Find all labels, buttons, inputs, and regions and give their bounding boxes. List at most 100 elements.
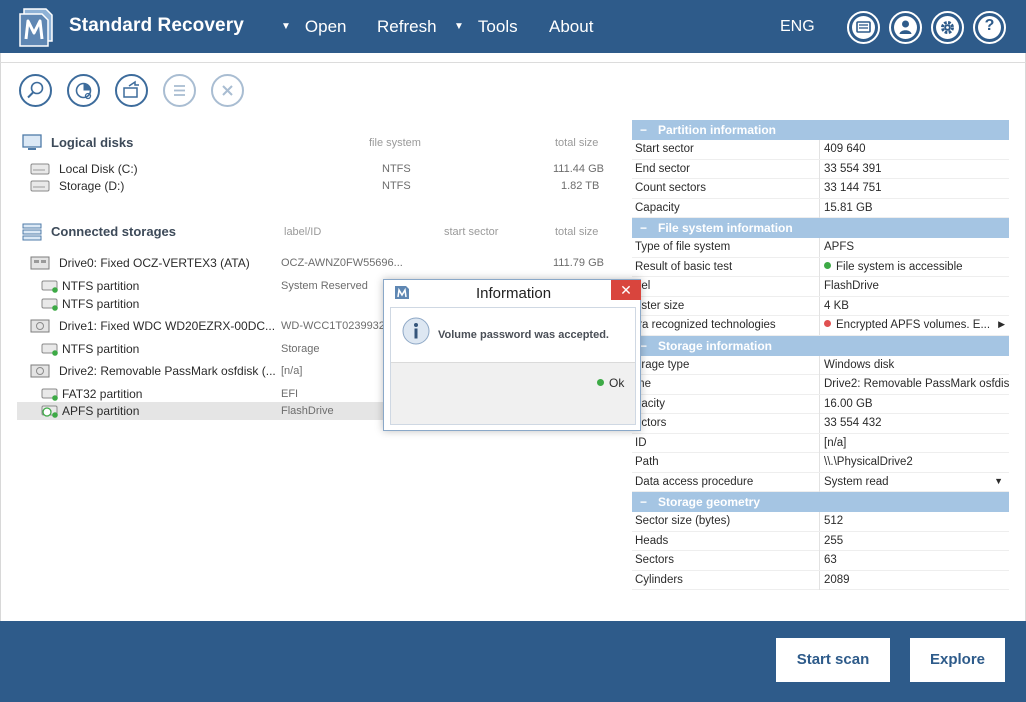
property-key: bel: [635, 280, 651, 292]
dialog-title-bar[interactable]: Information ✕: [384, 280, 641, 305]
property-value: FlashDrive: [819, 277, 1009, 296]
help-button[interactable]: ?: [973, 11, 1006, 44]
property-value: 512: [819, 512, 1009, 531]
dropdown-arrow-icon: ▼: [281, 21, 291, 32]
partition-label: FlashDrive: [281, 405, 334, 417]
status-text: Encrypted APFS volumes. E...: [836, 319, 991, 331]
property-key: Sector size (bytes): [635, 515, 731, 527]
logical-disk-row[interactable]: Local Disk (C:) NTFS 111.44 GB: [17, 160, 609, 178]
hard-disk-icon: [30, 163, 50, 175]
section-file-system-information[interactable]: − File system information: [632, 218, 1009, 238]
search-button[interactable]: [19, 74, 52, 107]
storage-stack-icon: [22, 223, 42, 241]
disk-total-size: 111.44 GB: [553, 163, 604, 175]
property-key: uster size: [635, 299, 685, 312]
collapse-icon: −: [640, 221, 648, 235]
disk-name: Storage (D:): [59, 179, 125, 193]
property-row: Count sectors 33 144 751: [632, 179, 1009, 199]
scan-pie-icon: [75, 82, 92, 100]
collapse-icon: −: [640, 338, 648, 353]
status-text: File system is accessible: [836, 260, 963, 273]
logical-disk-row[interactable]: Storage (D:) NTFS 1.82 TB: [17, 177, 609, 195]
information-dialog: Information ✕ Volume password was accept…: [383, 279, 641, 431]
close-icon: ✕: [620, 282, 632, 298]
property-row[interactable]: tra recognized technologies Encrypted APF…: [632, 316, 1009, 336]
partition-label: Storage: [281, 343, 320, 355]
property-key: Cylinders: [635, 573, 683, 586]
property-value: 2089: [819, 570, 1009, 590]
question-mark-icon: ?: [984, 17, 995, 34]
property-key: pacity: [635, 397, 666, 410]
property-row: pacity 16.00 GB: [632, 394, 1009, 414]
expand-arrow-icon[interactable]: ▶: [998, 319, 1005, 330]
license-card-icon: [856, 21, 871, 33]
property-key: Capacity: [635, 201, 680, 214]
data-access-procedure-select[interactable]: System read: [819, 472, 1009, 492]
disk-name: Local Disk (C:): [59, 162, 138, 176]
column-header-total-size: total size: [555, 226, 599, 238]
partition-name: NTFS partition: [62, 297, 140, 311]
property-value: 4 KB: [819, 296, 1009, 316]
property-value: 255: [819, 531, 1009, 551]
property-row: Result of basic test File system is acces…: [632, 257, 1009, 277]
save-files-button[interactable]: [115, 74, 148, 107]
property-value: 33 144 751: [819, 179, 1009, 198]
drive-icon: [30, 256, 50, 270]
license-button[interactable]: [847, 11, 880, 44]
list-icon: [174, 85, 185, 96]
property-value: Windows disk: [819, 355, 1009, 375]
account-button[interactable]: [889, 11, 922, 44]
close-icon: [222, 85, 233, 96]
menu-about[interactable]: About: [549, 17, 593, 37]
storage-drive-row[interactable]: Drive0: Fixed OCZ-VERTEX3 (ATA) OCZ-AWNZ…: [17, 254, 609, 272]
collapse-icon: −: [640, 495, 648, 509]
property-value: 33 554 432: [819, 414, 1009, 433]
drive-icon: [30, 319, 50, 333]
start-scan-button[interactable]: Start scan: [776, 638, 890, 682]
explore-button[interactable]: Explore: [910, 638, 1005, 682]
app-title: Standard Recovery: [69, 15, 244, 36]
property-key: Data access procedure: [635, 475, 754, 488]
drive-name: Drive0: Fixed OCZ-VERTEX3 (ATA): [59, 256, 250, 270]
dialog-close-button[interactable]: ✕: [611, 280, 641, 300]
property-value: Drive2: Removable PassMark osfdisk (S: [819, 375, 1009, 394]
settings-button[interactable]: [931, 11, 964, 44]
language-selector[interactable]: ENG: [780, 18, 815, 36]
menu-open[interactable]: ▼ Open: [281, 17, 347, 37]
section-storage-information[interactable]: − Storage information: [632, 335, 1009, 356]
chevron-down-icon[interactable]: ▼: [994, 476, 1003, 486]
property-value: 15.81 GB: [819, 198, 1009, 218]
section-storage-geometry[interactable]: − Storage geometry: [632, 492, 1009, 512]
property-key: me: [635, 378, 651, 390]
partition-name: APFS partition: [62, 404, 140, 418]
close-storage-button[interactable]: [211, 74, 244, 107]
property-key: ectors: [635, 417, 667, 429]
column-header-total-size: total size: [555, 137, 599, 149]
property-row: Start sector 409 640: [632, 140, 1009, 160]
property-key: tra recognized technologies: [635, 319, 776, 331]
search-icon: [27, 81, 44, 99]
property-row: Capacity 15.81 GB: [632, 198, 1009, 218]
toolbar-divider: [0, 62, 1026, 63]
property-row: me Drive2: Removable PassMark osfdisk (S: [632, 375, 1009, 395]
property-row[interactable]: Data access procedure System read ▼: [632, 472, 1009, 492]
info-icon: [402, 317, 430, 345]
property-row: orage type Windows disk: [632, 355, 1009, 375]
logical-disks-heading: Logical disks: [51, 135, 134, 150]
property-value: [n/a]: [819, 433, 1009, 453]
status-ok-dot-icon: [824, 261, 831, 269]
property-key: End sector: [635, 162, 690, 175]
partition-label: EFI: [281, 388, 299, 400]
menu-refresh[interactable]: Refresh: [377, 17, 437, 37]
app-logo-icon: [19, 8, 53, 47]
section-partition-information[interactable]: − Partition information: [632, 120, 1009, 140]
file-list-button[interactable]: [163, 74, 196, 107]
menu-tools[interactable]: ▼ Tools: [454, 17, 518, 37]
ok-button-label: Ok: [609, 376, 625, 390]
dialog-body: Volume password was accepted. Ok: [390, 307, 636, 425]
scan-button[interactable]: [67, 74, 100, 107]
property-row: Heads 255: [632, 531, 1009, 551]
property-key: Type of file system: [635, 241, 731, 253]
ok-button[interactable]: Ok: [597, 376, 624, 390]
property-row: Path \\.\PhysicalDrive2: [632, 453, 1009, 473]
